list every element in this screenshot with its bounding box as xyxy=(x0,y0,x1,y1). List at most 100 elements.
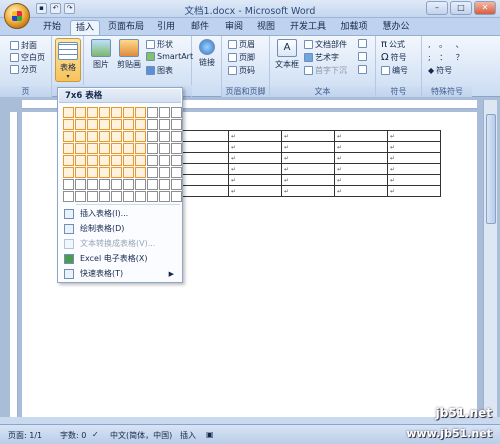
table-grid-cell[interactable] xyxy=(159,107,170,118)
table-grid-cell[interactable] xyxy=(63,179,74,190)
table-grid-cell[interactable] xyxy=(123,191,134,202)
table-cell[interactable]: ↵ xyxy=(228,141,282,153)
object-button[interactable] xyxy=(358,65,367,74)
page-break-button[interactable]: 分页 xyxy=(10,64,37,75)
table-cell[interactable]: ↵ xyxy=(228,152,282,164)
table-cell[interactable]: ↵ xyxy=(281,141,335,153)
picture-button[interactable]: 图片 xyxy=(89,39,113,70)
header-button[interactable]: 页眉 xyxy=(228,39,255,50)
table-grid-cell[interactable] xyxy=(111,131,122,142)
table-cell[interactable]: ↵ xyxy=(175,141,229,153)
table-button[interactable]: 表格 ▾ xyxy=(55,38,81,82)
page-number-button[interactable]: 页码 xyxy=(228,65,255,76)
table-grid-cell[interactable] xyxy=(171,119,182,130)
minimize-button[interactable]: – xyxy=(426,1,448,15)
table-cell[interactable]: ↵ xyxy=(334,185,388,197)
table-grid-cell[interactable] xyxy=(63,119,74,130)
table-cell[interactable]: ↵ xyxy=(175,152,229,164)
equation-button[interactable]: π 公式 xyxy=(381,39,405,50)
tab-page-layout[interactable]: 页面布局 xyxy=(106,20,146,35)
table-cell[interactable]: ↵ xyxy=(334,152,388,164)
table-grid-cell[interactable] xyxy=(171,131,182,142)
table-grid-cell[interactable] xyxy=(147,131,158,142)
table-grid-cell[interactable] xyxy=(171,191,182,202)
table-grid[interactable] xyxy=(63,107,182,202)
table-cell[interactable]: ↵ xyxy=(228,130,282,142)
table-cell[interactable]: ↵ xyxy=(228,163,282,175)
table-grid-cell[interactable] xyxy=(123,143,134,154)
status-word-count[interactable]: 字数: 0 xyxy=(60,430,86,441)
table-cell[interactable]: ↵ xyxy=(228,174,282,186)
table-grid-cell[interactable] xyxy=(135,143,146,154)
proofing-icon[interactable]: ✓ xyxy=(92,430,99,439)
table-grid-cell[interactable] xyxy=(159,179,170,190)
table-cell[interactable]: ↵ xyxy=(281,185,335,197)
table-cell[interactable]: ↵ xyxy=(387,174,441,186)
table-grid-cell[interactable] xyxy=(63,131,74,142)
table-grid-cell[interactable] xyxy=(159,167,170,178)
table-cell[interactable]: ↵ xyxy=(281,130,335,142)
table-grid-cell[interactable] xyxy=(99,167,110,178)
table-grid-cell[interactable] xyxy=(147,119,158,130)
special-symbols-row-2[interactable]: ; ： ？ xyxy=(428,52,467,63)
table-grid-cell[interactable] xyxy=(171,167,182,178)
table-grid-cell[interactable] xyxy=(147,107,158,118)
wordart-button[interactable]: 艺术字 xyxy=(304,52,339,63)
table-grid-cell[interactable] xyxy=(159,119,170,130)
table-grid-cell[interactable] xyxy=(159,131,170,142)
table-grid-cell[interactable] xyxy=(63,167,74,178)
table-grid-cell[interactable] xyxy=(111,155,122,166)
table-cell[interactable]: ↵ xyxy=(281,152,335,164)
table-grid-cell[interactable] xyxy=(99,107,110,118)
table-cell[interactable]: ↵ xyxy=(334,174,388,186)
menu-excel-spreadsheet[interactable]: Excel 电子表格(X) xyxy=(60,252,180,266)
table-cell[interactable]: ↵ xyxy=(175,163,229,175)
table-cell[interactable]: ↵ xyxy=(387,185,441,197)
table-grid-cell[interactable] xyxy=(123,179,134,190)
chart-button[interactable]: 图表 xyxy=(146,65,173,76)
table-grid-cell[interactable] xyxy=(111,179,122,190)
table-grid-cell[interactable] xyxy=(147,143,158,154)
office-button[interactable] xyxy=(4,3,30,29)
signature-line-button[interactable] xyxy=(358,39,367,48)
status-insert-mode[interactable]: 插入 xyxy=(180,430,196,441)
tab-mailings[interactable]: 邮件 xyxy=(188,20,212,35)
close-button[interactable]: ✕ xyxy=(474,1,496,15)
special-symbol-button[interactable]: ◆ 符号 xyxy=(428,65,452,76)
table-grid-cell[interactable] xyxy=(63,107,74,118)
table-grid-cell[interactable] xyxy=(171,143,182,154)
table-grid-cell[interactable] xyxy=(135,107,146,118)
table-grid-cell[interactable] xyxy=(147,155,158,166)
table-grid-cell[interactable] xyxy=(111,107,122,118)
table-grid-cell[interactable] xyxy=(111,191,122,202)
table-grid-cell[interactable] xyxy=(75,119,86,130)
table-grid-cell[interactable] xyxy=(75,131,86,142)
table-grid-cell[interactable] xyxy=(123,119,134,130)
table-grid-cell[interactable] xyxy=(99,131,110,142)
special-symbols-row-1[interactable]: , 。 、 xyxy=(428,39,467,50)
table-cell[interactable]: ↵ xyxy=(387,163,441,175)
table-grid-cell[interactable] xyxy=(63,155,74,166)
table-grid-cell[interactable] xyxy=(147,191,158,202)
table-cell[interactable]: ↵ xyxy=(281,174,335,186)
table-grid-cell[interactable] xyxy=(171,107,182,118)
table-grid-cell[interactable] xyxy=(111,143,122,154)
document-table[interactable]: ↵↵↵↵↵↵↵↵↵↵↵↵↵↵↵↵↵↵↵↵↵↵↵↵↵↵↵↵↵↵ xyxy=(175,130,441,197)
smartart-button[interactable]: SmartArt xyxy=(146,52,193,61)
quick-parts-button[interactable]: 文档部件 xyxy=(304,39,347,50)
tab-view[interactable]: 视图 xyxy=(254,20,278,35)
clipart-button[interactable]: 剪贴画 xyxy=(115,39,143,70)
scrollbar-thumb[interactable] xyxy=(486,114,496,224)
table-grid-cell[interactable] xyxy=(99,143,110,154)
table-grid-cell[interactable] xyxy=(171,155,182,166)
tab-addins[interactable]: 加载项 xyxy=(338,20,370,35)
menu-insert-table[interactable]: 插入表格(I)... xyxy=(60,207,180,221)
macro-icon[interactable]: ▣ xyxy=(206,430,214,439)
cover-page-button[interactable]: 封面 xyxy=(10,40,37,51)
maximize-button[interactable]: □ xyxy=(450,1,472,15)
table-grid-cell[interactable] xyxy=(87,119,98,130)
tab-review[interactable]: 审阅 xyxy=(222,20,246,35)
table-grid-cell[interactable] xyxy=(135,167,146,178)
date-time-button[interactable] xyxy=(358,52,367,61)
table-grid-cell[interactable] xyxy=(135,131,146,142)
